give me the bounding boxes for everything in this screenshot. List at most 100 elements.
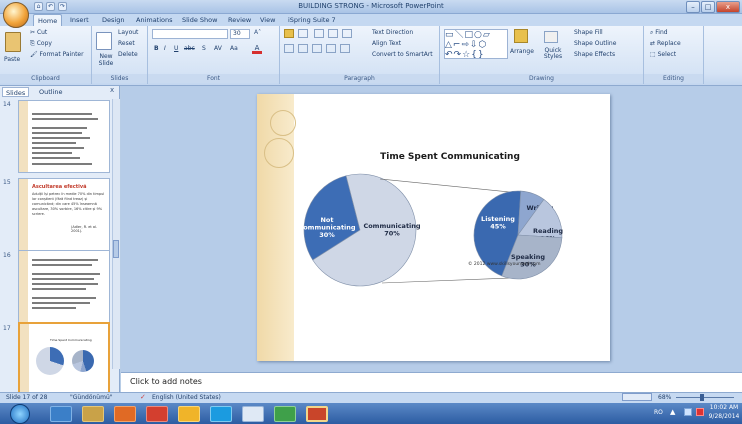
paste-icon[interactable] — [5, 32, 21, 52]
reset-button[interactable]: Reset — [118, 40, 135, 47]
find-button[interactable]: ⌕ Find — [650, 29, 668, 37]
paste-button[interactable]: Paste — [4, 56, 20, 63]
bold-button[interactable]: B — [154, 45, 159, 52]
shadow-button[interactable]: S — [202, 45, 206, 52]
paint-icon[interactable] — [178, 406, 200, 422]
replace-button[interactable]: ⇄ Replace — [650, 40, 681, 47]
action-center-icon[interactable] — [696, 408, 704, 416]
shapes-gallery[interactable]: ▭＼□○▱ △⌐⇨⇩⬡ ↶↷☆{} — [444, 29, 508, 59]
increase-indent-icon[interactable] — [328, 29, 338, 38]
thumb-text-line — [32, 264, 92, 266]
font-name-select[interactable] — [152, 29, 228, 39]
close-button[interactable]: x — [716, 1, 740, 13]
smartart-button[interactable]: Convert to SmartArt — [372, 51, 433, 58]
change-case-button[interactable]: Aa — [230, 45, 238, 52]
format-painter-button[interactable]: 🖌 Format Painter — [30, 51, 84, 58]
slides-scrollbar[interactable] — [112, 99, 120, 369]
proofing-icon[interactable]: ✓ — [140, 393, 146, 401]
cut-button[interactable]: ✂ Cut — [30, 29, 47, 36]
align-center-icon[interactable] — [298, 44, 308, 53]
new-slide-button[interactable]: New Slide — [94, 53, 118, 67]
clipboard-label: Clipboard — [0, 74, 91, 83]
maximize-button[interactable]: □ — [701, 1, 715, 13]
network-icon[interactable] — [684, 408, 692, 416]
delete-button[interactable]: Delete — [118, 51, 138, 58]
line-spacing-icon[interactable] — [342, 29, 352, 38]
strikethrough-button[interactable]: abc — [184, 45, 195, 52]
bullets-icon[interactable] — [284, 29, 294, 38]
shape-effects-button[interactable]: Shape Effects — [574, 51, 615, 58]
view-buttons[interactable] — [622, 393, 652, 401]
align-text-button[interactable]: Align Text — [372, 40, 401, 47]
tab-insert[interactable]: Insert — [66, 14, 93, 26]
font-size-select[interactable]: 30 — [230, 29, 250, 39]
slide-thumbnail-15[interactable]: Ascultarea efectivă Adulții își petrec î… — [18, 178, 110, 251]
tab-animations[interactable]: Animations — [132, 14, 177, 26]
select-button[interactable]: ⬚ Select — [650, 51, 676, 58]
editing-label: Editing — [644, 74, 703, 83]
zoom-level[interactable]: 68% — [658, 394, 671, 401]
thumb-pie — [36, 347, 64, 375]
zoom-slider-thumb[interactable] — [700, 394, 704, 401]
spreadsheet-icon[interactable] — [274, 406, 296, 422]
italic-button[interactable]: I — [164, 45, 166, 52]
slide-thumbnail-16[interactable] — [18, 250, 110, 323]
replace-label: Replace — [656, 40, 681, 47]
columns-icon[interactable] — [340, 44, 350, 53]
tab-view[interactable]: View — [256, 14, 279, 26]
copy-button[interactable]: ⎘ Copy — [30, 40, 52, 48]
language-status[interactable]: English (United States) — [152, 394, 221, 401]
shape-outline-button[interactable]: Shape Outline — [574, 40, 616, 47]
explorer-icon[interactable] — [82, 406, 104, 422]
firefox-icon[interactable] — [114, 406, 136, 422]
new-slide-icon[interactable] — [96, 32, 112, 50]
skype-icon[interactable] — [210, 406, 232, 422]
office-button[interactable] — [3, 2, 29, 28]
char-spacing-button[interactable]: AV — [214, 45, 222, 52]
thumb-text-line — [32, 137, 90, 139]
layout-button[interactable]: Layout — [118, 29, 138, 36]
start-button[interactable] — [10, 404, 30, 424]
language-indicator[interactable]: RO — [654, 409, 663, 416]
align-right-icon[interactable] — [312, 44, 322, 53]
chart-copyright: © 2012 www.skillsyouneed.com — [468, 262, 541, 267]
thumb-text-line — [32, 127, 87, 129]
media-player-icon[interactable] — [146, 406, 168, 422]
zoom-slider[interactable] — [676, 397, 734, 398]
quick-styles-icon[interactable] — [544, 31, 558, 43]
tab-ispring[interactable]: iSpring Suite 7 — [284, 14, 340, 26]
arrange-button[interactable]: Arrange — [510, 48, 534, 55]
align-left-icon[interactable] — [284, 44, 294, 53]
decrease-indent-icon[interactable] — [314, 29, 324, 38]
drawing-group: ▭＼□○▱ △⌐⇨⇩⬡ ↶↷☆{} Arrange Quick Styles Sha… — [440, 26, 644, 84]
slide-thumbnail-14[interactable] — [18, 100, 110, 173]
powerpoint-icon[interactable] — [306, 406, 328, 422]
thumb-edge — [19, 101, 28, 172]
minimize-button[interactable]: – — [686, 1, 700, 13]
ie-icon[interactable] — [50, 406, 72, 422]
tray-arrow-icon[interactable]: ▲ — [670, 408, 675, 416]
scrollbar-thumb[interactable] — [113, 240, 119, 258]
close-pane-button[interactable]: x — [110, 86, 114, 94]
numbering-icon[interactable] — [298, 29, 308, 38]
quick-styles-button[interactable]: Quick Styles — [538, 48, 568, 60]
format-painter-label: Format Painter — [39, 51, 84, 58]
tab-design[interactable]: Design — [98, 14, 128, 26]
underline-button[interactable]: U — [174, 45, 178, 52]
grow-font-icon[interactable]: A˄ — [254, 29, 261, 36]
font-color-icon[interactable]: A — [252, 44, 262, 54]
tab-slides[interactable]: Slides — [2, 87, 30, 97]
justify-icon[interactable] — [326, 44, 336, 53]
theme-name: "Gündönümü" — [70, 394, 113, 401]
tab-review[interactable]: Review — [224, 14, 255, 26]
notes-pane[interactable]: Click to add notes — [121, 372, 742, 392]
arrange-icon[interactable] — [514, 29, 528, 43]
notes-app-icon[interactable] — [242, 406, 264, 422]
tab-home[interactable]: Home — [33, 14, 63, 26]
tab-slide-show[interactable]: Slide Show — [178, 14, 221, 26]
tab-outline[interactable]: Outline — [36, 87, 66, 97]
text-direction-button[interactable]: Text Direction — [372, 29, 413, 36]
paragraph-label: Paragraph — [280, 74, 439, 83]
slide-thumbnail-17[interactable]: Time Spent Communicating — [18, 322, 110, 395]
shape-fill-button[interactable]: Shape Fill — [574, 29, 603, 36]
